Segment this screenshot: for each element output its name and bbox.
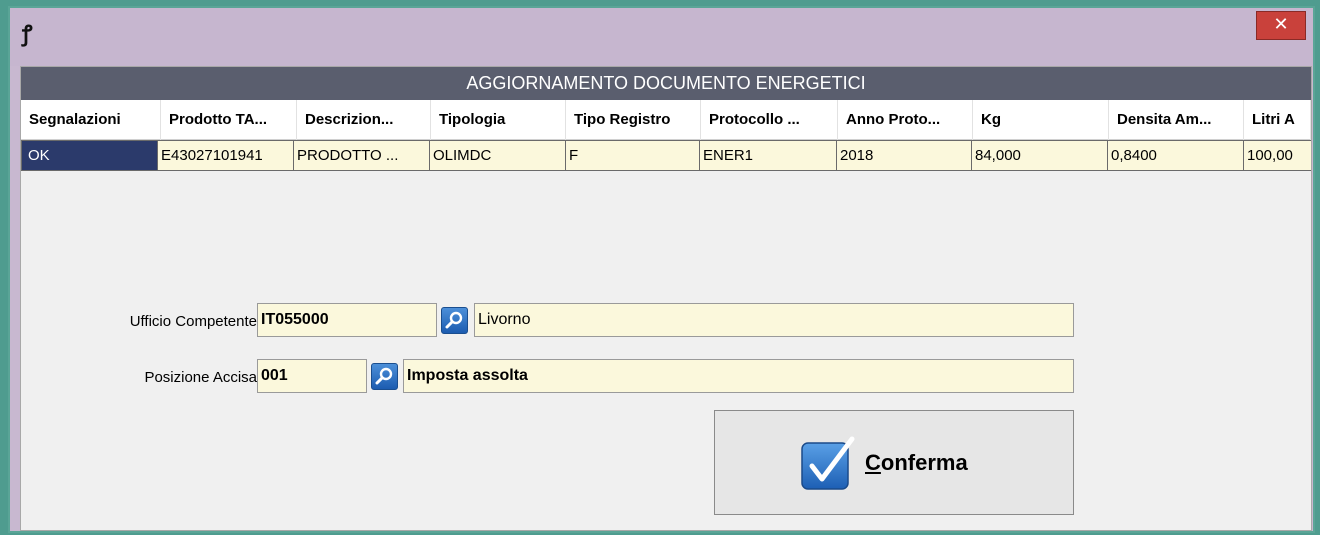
column-header-protocollo[interactable]: Protocollo ...	[701, 100, 838, 140]
dialog-content: AGGIORNAMENTO DOCUMENTO ENERGETICI Segna…	[20, 66, 1312, 531]
title-bar: ꝭ ✕	[10, 8, 1313, 66]
cell-tipo-registro[interactable]: F	[565, 140, 699, 171]
table-row[interactable]: OK E43027101941 PRODOTTO ... OLIMDC F EN…	[21, 140, 1311, 171]
grid-title: AGGIORNAMENTO DOCUMENTO ENERGETICI	[21, 67, 1311, 100]
cell-descrizione[interactable]: PRODOTTO ...	[293, 140, 429, 171]
column-header-descrizione[interactable]: Descrizion...	[297, 100, 431, 140]
magnifier-icon	[445, 311, 463, 329]
cell-densita[interactable]: 0,8400	[1107, 140, 1243, 171]
cell-kg[interactable]: 84,000	[971, 140, 1107, 171]
grid-header: Segnalazioni Prodotto TA... Descrizion..…	[21, 100, 1311, 140]
ufficio-search-button[interactable]	[441, 307, 468, 334]
posizione-accisa-label: Posizione Accisa	[144, 369, 257, 386]
confirm-button[interactable]: Conferma	[714, 410, 1074, 515]
posizione-code-input[interactable]: 001	[257, 359, 367, 393]
ufficio-description-field: Livorno	[474, 303, 1074, 337]
cell-segnalazioni[interactable]: OK	[21, 140, 157, 171]
dialog-window: ꝭ ✕ AGGIORNAMENTO DOCUMENTO ENERGETICI S…	[8, 6, 1315, 533]
checkmark-icon	[801, 436, 855, 490]
app-logo-icon: ꝭ	[22, 22, 33, 47]
confirm-button-label: Conferma	[865, 450, 968, 475]
cell-prodotto[interactable]: E43027101941	[157, 140, 293, 171]
magnifier-icon	[375, 367, 393, 385]
ufficio-code-input[interactable]: IT055000	[257, 303, 437, 337]
column-header-densita[interactable]: Densita Am...	[1109, 100, 1244, 140]
column-header-segnalazioni[interactable]: Segnalazioni	[21, 100, 161, 140]
cell-protocollo[interactable]: ENER1	[699, 140, 836, 171]
cell-anno-protocollo[interactable]: 2018	[836, 140, 971, 171]
cell-tipologia[interactable]: OLIMDC	[429, 140, 565, 171]
close-button[interactable]: ✕	[1256, 11, 1306, 40]
posizione-description-field: Imposta assolta	[403, 359, 1074, 393]
cell-litri[interactable]: 100,00	[1243, 140, 1311, 171]
column-header-tipo-registro[interactable]: Tipo Registro	[566, 100, 701, 140]
column-header-tipologia[interactable]: Tipologia	[431, 100, 566, 140]
column-header-prodotto[interactable]: Prodotto TA...	[161, 100, 297, 140]
column-header-litri[interactable]: Litri A	[1244, 100, 1311, 140]
column-header-anno-protocollo[interactable]: Anno Proto...	[838, 100, 973, 140]
column-header-kg[interactable]: Kg	[973, 100, 1109, 140]
posizione-search-button[interactable]	[371, 363, 398, 390]
documents-grid: Segnalazioni Prodotto TA... Descrizion..…	[21, 100, 1311, 284]
ufficio-competente-label: Ufficio Competente	[129, 313, 257, 330]
